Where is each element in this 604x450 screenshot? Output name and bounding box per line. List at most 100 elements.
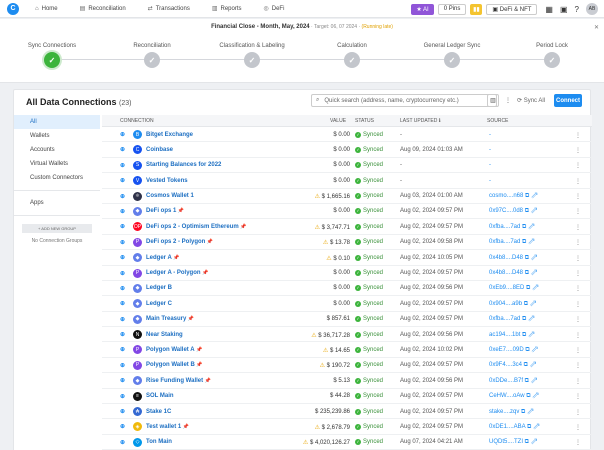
connection-name[interactable]: DeFi ops 2 - Optimism Ethereum 📌 [146, 224, 246, 230]
source-address[interactable]: - [489, 178, 491, 184]
source-address[interactable]: - [489, 162, 491, 168]
step-general-ledger-sync[interactable]: General Ledger Sync ✓ [412, 43, 492, 68]
expand-icon[interactable]: ⊕ [120, 177, 125, 184]
source-address[interactable]: ac194....1bt ⧉ ⇗ [489, 332, 534, 339]
nav-reconciliation[interactable]: ▤ Reconciliation [80, 5, 126, 13]
source-address[interactable]: - [489, 132, 491, 138]
more-icon[interactable]: ⋮ [502, 94, 514, 107]
table-row[interactable]: ⊕ N Near Staking ⚠ $ 36,717.28 ✓ Synced Aug 02… [102, 327, 592, 343]
user-card-icon[interactable]: ▣ [560, 5, 568, 14]
connection-name[interactable]: Cosmos Wallet 1 [146, 193, 194, 199]
table-row[interactable]: ⊕ P Ledger A - Polygon 📌 $ 0.00 ✓ Synced Aug 0… [102, 266, 592, 281]
apps-grid-icon[interactable]: ▦ [545, 5, 553, 14]
row-menu-icon[interactable]: ⋮ [575, 378, 581, 385]
table-row[interactable]: ⊕ ◆ Ledger A 📌 ⚠ $ 0.10 ✓ Synced Aug 02, 2024 … [102, 250, 592, 266]
row-menu-icon[interactable]: ⋮ [575, 362, 581, 369]
defi-nft-button[interactable]: ▣ DeFi & NFT [486, 3, 538, 15]
source-address[interactable]: 0xfba....7ad ⧉ ⇗ [489, 239, 534, 246]
nav-defi[interactable]: ◎ DeFi [264, 5, 285, 13]
row-menu-icon[interactable]: ⋮ [575, 347, 581, 354]
expand-icon[interactable]: ⊕ [120, 208, 125, 215]
expand-icon[interactable]: ⊕ [120, 316, 125, 323]
app-logo[interactable]: C [7, 2, 19, 15]
table-row[interactable]: ⊕ ◈ Test wallet 1 📌 ⚠ $ 2,678.79 ✓ Synced Aug … [102, 419, 592, 435]
chart-icon[interactable]: ▮▮ [470, 3, 483, 15]
source-address[interactable]: 0xDDe....B7f ⧉ ⇗ [489, 378, 537, 385]
close-icon[interactable]: ✕ [594, 24, 599, 31]
source-address[interactable]: 0xDE1....ABA ⧉ ⇗ [489, 424, 539, 431]
step-calculation[interactable]: Calculation ✓ [312, 43, 392, 68]
avatar[interactable]: AB [586, 3, 598, 15]
table-row[interactable]: ⊕ ◇ Ton Main ⚠ $ 4,020,126.27 ✓ Synced Aug 07,… [102, 435, 592, 450]
expand-icon[interactable]: ⊕ [120, 423, 125, 430]
connection-name[interactable]: Ledger B [146, 285, 172, 291]
row-menu-icon[interactable]: ⋮ [575, 316, 581, 323]
table-row[interactable]: ⊕ B Bitget Exchange $ 0.00 ✓ Synced - - ⋮ [102, 127, 592, 143]
sync-all-button[interactable]: ⟳ Sync All [517, 94, 545, 107]
ai-button[interactable]: ★ AI [411, 3, 434, 15]
add-group-button[interactable]: + ADD NEW GROUP [22, 224, 92, 233]
step-period-lock[interactable]: Period Lock ✓ [512, 43, 592, 68]
source-address[interactable]: CeHW....oAw ⧉ ⇗ [489, 393, 538, 400]
header-last-updated[interactable]: LAST UPDATED ℹ [400, 118, 441, 124]
connection-name[interactable]: SOL Main [146, 393, 174, 399]
table-row[interactable]: ⊕ ◆ Rise Funding Wallet 📌 $ 5.13 ✓ Synced Aug … [102, 373, 592, 389]
nav-home[interactable]: ⌂ Home [35, 6, 58, 12]
source-address[interactable]: stake....zqv ⧉ ⇗ [489, 409, 533, 416]
source-address[interactable]: 0x97C....0d8 ⧉ ⇗ [489, 208, 537, 215]
table-row[interactable]: ⊕ ◆ Ledger C $ 0.00 ✓ Synced Aug 02, 2024 09:5… [102, 296, 592, 312]
connection-name[interactable]: Polygon Wallet A 📌 [146, 347, 202, 353]
table-row[interactable]: ⊕ ⚛ Cosmos Wallet 1 ⚠ $ 1,665.16 ✓ Synced Aug … [102, 189, 592, 204]
expand-icon[interactable]: ⊕ [120, 439, 125, 446]
sidebar-item-all[interactable]: All [14, 115, 100, 129]
table-row[interactable]: ⊕ P Polygon Wallet A 📌 ⚠ $ 14.65 ✓ Synced Aug … [102, 342, 592, 358]
header-value[interactable]: VALUE [330, 118, 346, 124]
row-menu-icon[interactable]: ⋮ [575, 439, 581, 446]
source-address[interactable]: UQDt5....TZI ⧉ ⇗ [489, 439, 537, 446]
expand-icon[interactable]: ⊕ [120, 331, 125, 338]
sidebar-item-accounts[interactable]: Accounts [14, 143, 100, 157]
row-menu-icon[interactable]: ⋮ [575, 132, 581, 139]
row-menu-icon[interactable]: ⋮ [575, 147, 581, 154]
table-row[interactable]: ⊕ ◆ Main Treasury 📌 $ 857.61 ✓ Synced Aug 02, … [102, 312, 592, 328]
expand-icon[interactable]: ⊕ [120, 377, 125, 384]
expand-icon[interactable]: ⊕ [120, 270, 125, 277]
connection-name[interactable]: Main Treasury 📌 [146, 316, 194, 322]
connection-name[interactable]: Starting Balances for 2022 [146, 162, 221, 168]
expand-icon[interactable]: ⊕ [120, 300, 125, 307]
step-reconciliation[interactable]: Reconciliation ✓ [112, 43, 192, 68]
expand-icon[interactable]: ⊕ [120, 285, 125, 292]
connection-name[interactable]: Near Staking [146, 332, 183, 338]
sidebar-item-custom-connectors[interactable]: Custom Connectors [14, 171, 100, 185]
row-menu-icon[interactable]: ⋮ [575, 193, 581, 200]
source-address[interactable]: 0xEb9....8ED ⧉ ⇗ [489, 285, 538, 292]
connection-name[interactable]: Rise Funding Wallet 📌 [146, 378, 211, 384]
connection-name[interactable]: Polygon Wallet B 📌 [146, 362, 202, 368]
nav-transactions[interactable]: ⇄ Transactions [148, 5, 190, 13]
step-sync-connections[interactable]: Sync Connections ✓ [12, 43, 92, 68]
source-address[interactable]: 0x4b8....D48 ⧉ ⇗ [489, 255, 537, 262]
table-row[interactable]: ⊕ V Vested Tokens $ 0.00 ✓ Synced - - ⋮ [102, 173, 592, 189]
row-menu-icon[interactable]: ⋮ [575, 393, 581, 400]
sidebar-item-apps[interactable]: Apps [14, 196, 100, 210]
connection-name[interactable]: Stake 1C [146, 409, 171, 415]
header-status[interactable]: STATUS [355, 118, 374, 124]
source-address[interactable]: 0x904....a9b ⧉ ⇗ [489, 301, 536, 308]
table-row[interactable]: ⊕ OP DeFi ops 2 - Optimism Ethereum 📌 ⚠ $ 3… [102, 219, 592, 235]
source-address[interactable]: 0xfba....7ad ⧉ ⇗ [489, 224, 534, 231]
search-input[interactable]: ⌕ Quick search (address, name, cryptocurr… [311, 94, 497, 107]
expand-icon[interactable]: ⊕ [120, 408, 125, 415]
source-address[interactable]: 0xeE7....09D ⧉ ⇗ [489, 347, 537, 354]
source-address[interactable]: cosmo....n68 ⧉ ⇗ [489, 193, 537, 200]
source-address[interactable]: 0x4b8....D48 ⧉ ⇗ [489, 270, 537, 277]
row-menu-icon[interactable]: ⋮ [575, 424, 581, 431]
row-menu-icon[interactable]: ⋮ [575, 332, 581, 339]
source-address[interactable]: - [489, 147, 491, 153]
connection-name[interactable]: Ledger A 📌 [146, 255, 179, 261]
row-menu-icon[interactable]: ⋮ [575, 409, 581, 416]
source-address[interactable]: 0xfba....7ad ⧉ ⇗ [489, 316, 534, 323]
header-source[interactable]: SOURCE [487, 118, 508, 124]
expand-icon[interactable]: ⊕ [120, 162, 125, 169]
expand-icon[interactable]: ⊕ [120, 362, 125, 369]
row-menu-icon[interactable]: ⋮ [575, 162, 581, 169]
